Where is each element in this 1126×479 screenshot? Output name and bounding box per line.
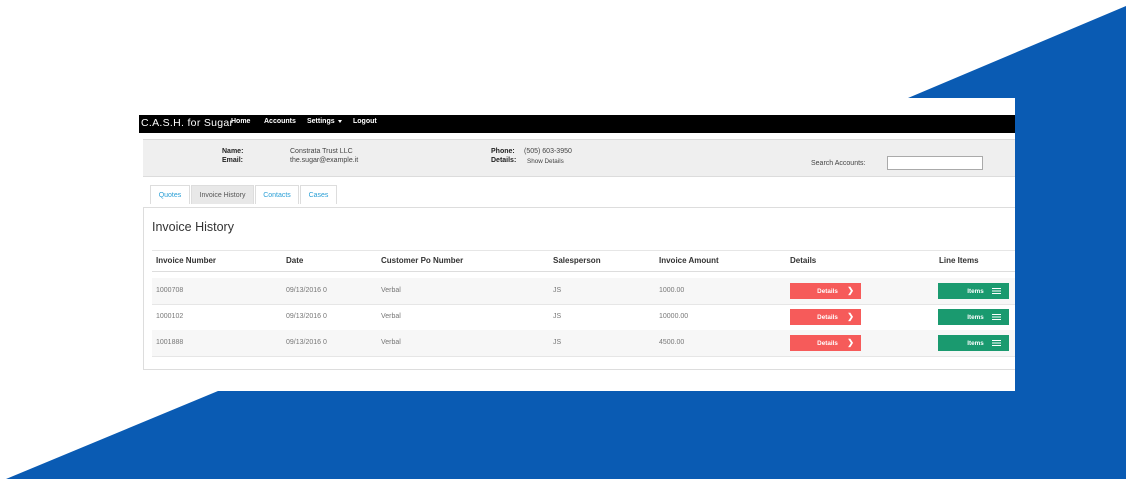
background-shape-bottom: [6, 391, 1126, 479]
salesperson: JS: [553, 339, 562, 346]
details-button[interactable]: Details ❯: [790, 335, 861, 351]
details-button-label: Details: [817, 288, 838, 295]
details-button-label: Details: [817, 314, 838, 321]
invoice-number: 1000708: [156, 287, 184, 294]
col-invoice-amount: Invoice Amount: [659, 256, 719, 265]
salesperson: JS: [553, 313, 562, 320]
items-button-label: Items: [967, 340, 984, 347]
col-salesperson: Salesperson: [553, 256, 601, 265]
invoice-date: 09/13/2016 0: [286, 313, 327, 320]
search-label: Search Accounts:: [811, 160, 866, 167]
account-phone: (505) 603-3950: [524, 148, 572, 155]
phone-label: Phone:: [491, 148, 515, 155]
nav-logout[interactable]: Logout: [353, 118, 377, 125]
search-input[interactable]: [887, 156, 983, 170]
details-label: Details:: [491, 157, 517, 164]
invoice-number: 1001888: [156, 339, 184, 346]
show-details-link[interactable]: Show Details: [527, 158, 564, 165]
details-button[interactable]: Details ❯: [790, 283, 861, 299]
items-button[interactable]: Items: [938, 283, 1009, 299]
app-window: C.A.S.H. for Sugar Home Accounts Setting…: [139, 98, 1015, 391]
customer-po: Verbal: [381, 339, 401, 346]
invoice-number: 1000102: [156, 313, 184, 320]
items-button[interactable]: Items: [938, 309, 1009, 325]
col-details: Details: [790, 256, 817, 265]
invoice-date: 09/13/2016 0: [286, 339, 327, 346]
tab-invoice-history[interactable]: Invoice History: [191, 185, 254, 204]
chevron-right-icon: ❯: [847, 312, 854, 321]
tab-cases[interactable]: Cases: [300, 185, 337, 204]
tab-contacts[interactable]: Contacts: [255, 185, 299, 204]
table-row: 1000102 09/13/2016 0 Verbal JS 10000.00 …: [152, 304, 1015, 331]
details-button[interactable]: Details ❯: [790, 309, 861, 325]
chevron-right-icon: ❯: [847, 286, 854, 295]
invoice-history-panel: Invoice History Invoice Number Date Cust…: [143, 207, 1015, 370]
account-summary: Name: Constrata Trust LLC Email: the.sug…: [143, 139, 1015, 177]
account-email: the.sugar@example.it: [290, 157, 359, 164]
brand-logo[interactable]: C.A.S.H. for Sugar: [141, 117, 233, 129]
name-label: Name:: [222, 148, 244, 155]
table-row: 1001888 09/13/2016 0 Verbal JS 4500.00 D…: [152, 330, 1015, 357]
invoice-amount: 1000.00: [659, 287, 685, 294]
tab-quotes[interactable]: Quotes: [150, 185, 190, 204]
nav-accounts[interactable]: Accounts: [264, 118, 296, 125]
customer-po: Verbal: [381, 287, 401, 294]
list-icon: [992, 288, 1001, 294]
list-icon: [992, 314, 1001, 320]
chevron-right-icon: ❯: [847, 338, 854, 347]
panel-title: Invoice History: [152, 220, 234, 234]
invoice-amount: 4500.00: [659, 339, 685, 346]
navbar: C.A.S.H. for Sugar Home Accounts Setting…: [139, 115, 1015, 133]
email-label: Email:: [222, 157, 244, 164]
items-button-label: Items: [967, 314, 984, 321]
table-header: Invoice Number Date Customer Po Number S…: [152, 250, 1015, 272]
col-line-items: Line Items: [939, 256, 979, 265]
list-icon: [992, 340, 1001, 346]
nav-settings-label: Settings: [307, 118, 335, 125]
items-button[interactable]: Items: [938, 335, 1009, 351]
salesperson: JS: [553, 287, 562, 294]
nav-settings[interactable]: Settings: [307, 118, 342, 125]
invoice-date: 09/13/2016 0: [286, 287, 327, 294]
table-row: 1000708 09/13/2016 0 Verbal JS 1000.00 D…: [152, 278, 1015, 305]
invoice-amount: 10000.00: [659, 313, 689, 320]
col-customer-po: Customer Po Number: [381, 256, 464, 265]
col-date: Date: [286, 256, 304, 265]
details-button-label: Details: [817, 340, 838, 347]
nav-home[interactable]: Home: [231, 118, 250, 125]
items-button-label: Items: [967, 288, 984, 295]
caret-down-icon: [337, 119, 342, 123]
account-name: Constrata Trust LLC: [290, 148, 353, 155]
col-invoice-number: Invoice Number: [156, 256, 217, 265]
customer-po: Verbal: [381, 313, 401, 320]
